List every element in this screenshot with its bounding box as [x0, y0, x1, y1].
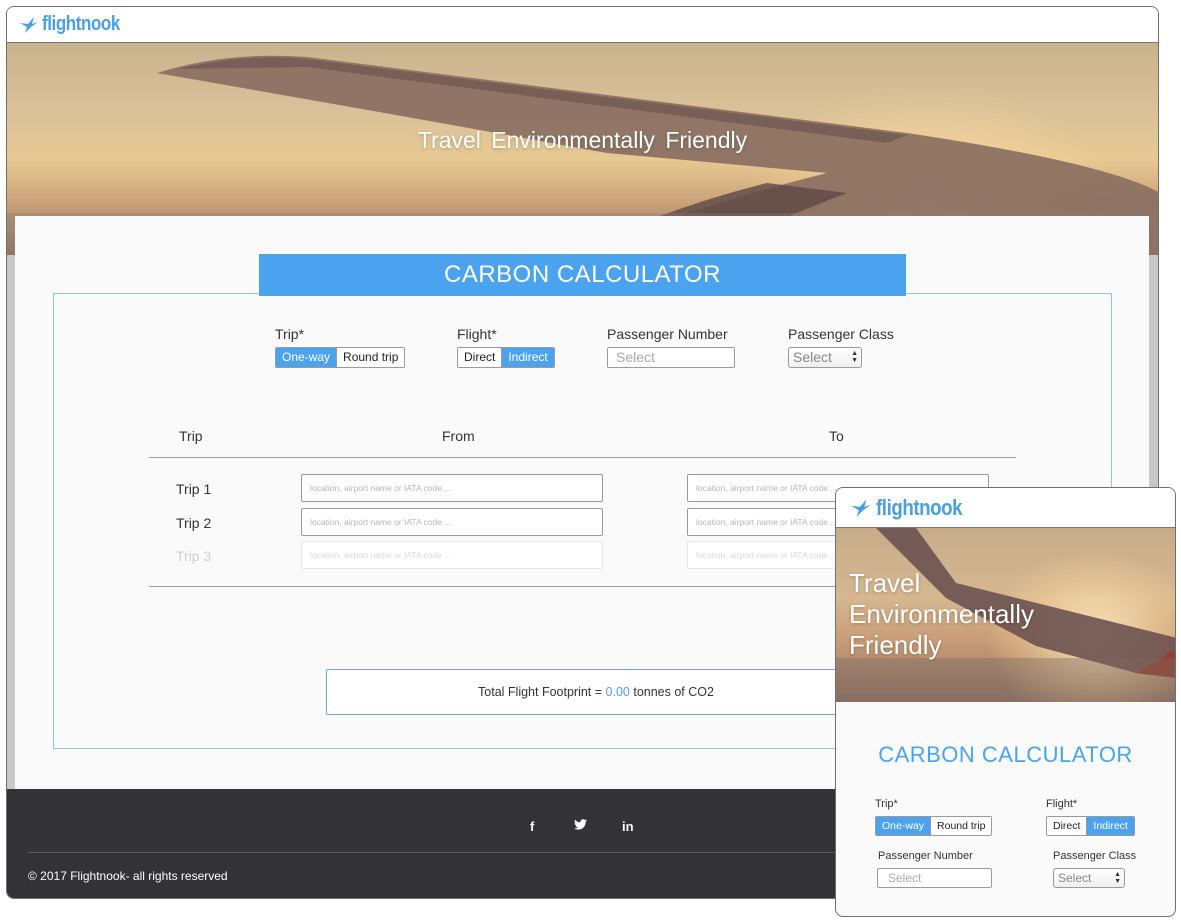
- logo[interactable]: flightnook: [19, 13, 134, 36]
- select-arrows-icon: ▲ ▼: [1114, 871, 1121, 885]
- mobile-passenger-number-label: Passenger Number: [878, 850, 973, 862]
- mobile-navbar: flightnook: [836, 488, 1175, 528]
- trip-1-from-input[interactable]: location, airport name or IATA code ...: [301, 474, 603, 502]
- flight-label: Flight*: [457, 326, 497, 342]
- mobile-flight-indirect-option[interactable]: Indirect: [1086, 817, 1134, 835]
- mobile-passenger-class-label: Passenger Class: [1053, 850, 1137, 862]
- mobile-hero-title: Travel Environmentally Friendly: [849, 568, 1034, 660]
- trip-one-way-option[interactable]: One-way: [276, 348, 337, 367]
- flight-direct-option[interactable]: Direct: [458, 348, 502, 367]
- trip-label: Trip*: [275, 326, 305, 342]
- select-arrows-icon: ▲ ▼: [851, 350, 858, 364]
- trip-3-from-input[interactable]: location, airport name or IATA code ...: [301, 541, 603, 569]
- passenger-number-label: Passenger Number: [607, 326, 728, 342]
- mobile-hero-banner: Travel Environmentally Friendly: [836, 528, 1175, 702]
- column-header-to: To: [829, 428, 844, 444]
- trip-round-trip-option[interactable]: Round trip: [336, 348, 405, 367]
- bird-icon: [20, 16, 38, 33]
- trip-3-label: Trip 3: [176, 548, 212, 564]
- mobile-trip-label: Trip*: [875, 798, 898, 810]
- logo-text: flightnook: [42, 13, 120, 35]
- mobile-trip-one-way-option[interactable]: One-way: [876, 817, 931, 835]
- column-header-trip: Trip: [179, 428, 203, 444]
- copyright-text: © 2017 Flightnook- all rights reserved: [28, 869, 228, 883]
- linkedin-icon[interactable]: in: [622, 819, 634, 834]
- passenger-class-select[interactable]: Select ▲ ▼: [788, 347, 862, 368]
- trip-2-label: Trip 2: [176, 515, 212, 531]
- total-value: 0.00: [605, 685, 630, 699]
- mobile-logo-text: flightnook: [876, 495, 963, 520]
- mobile-trip-round-trip-option[interactable]: Round trip: [930, 817, 992, 835]
- trip-field: Trip* One-way Round trip: [275, 326, 406, 368]
- mobile-flight-label: Flight*: [1046, 798, 1078, 810]
- passenger-class-label: Passenger Class: [788, 326, 894, 342]
- total-prefix: Total Flight Footprint =: [478, 685, 606, 699]
- facebook-icon[interactable]: f: [530, 819, 534, 834]
- hero-title: Travel Environmentally Friendly: [417, 127, 748, 153]
- passenger-number-input[interactable]: Select: [607, 347, 735, 368]
- trip-1-label: Trip 1: [176, 481, 212, 497]
- mobile-view: flightnook Travel Environmentally Friend…: [835, 487, 1176, 917]
- total-suffix: tonnes of CO2: [629, 685, 714, 699]
- mobile-passenger-class-select[interactable]: Select ▲ ▼: [1053, 868, 1125, 888]
- calculator-title: CARBON CALCULATOR: [259, 254, 906, 296]
- column-header-from: From: [442, 428, 475, 444]
- passenger-class-value: Select: [793, 349, 832, 365]
- twitter-icon[interactable]: [574, 819, 587, 833]
- navbar: flightnook: [7, 7, 1158, 43]
- mobile-logo[interactable]: flightnook: [850, 495, 977, 521]
- mobile-passenger-number-input[interactable]: Select: [877, 868, 992, 888]
- mobile-trip-toggle: One-way Round trip: [875, 816, 993, 836]
- bird-icon: [851, 499, 871, 517]
- mobile-flight-direct-option[interactable]: Direct: [1047, 817, 1087, 835]
- total-footprint: Total Flight Footprint = 0.00 tonnes of …: [326, 669, 866, 715]
- mobile-calculator-title: CARBON CALCULATOR: [878, 742, 1133, 767]
- table-header-divider: [149, 457, 1016, 458]
- mobile-passenger-class-value: Select: [1058, 871, 1092, 885]
- trip-toggle: One-way Round trip: [275, 347, 406, 368]
- trip-2-from-input[interactable]: location, airport name or IATA code ...: [301, 508, 603, 536]
- passenger-number-field: Passenger Number Select: [607, 326, 735, 368]
- flight-indirect-option[interactable]: Indirect: [501, 348, 554, 367]
- flight-toggle: Direct Indirect: [457, 347, 555, 368]
- passenger-class-field: Passenger Class Select ▲ ▼: [788, 326, 894, 368]
- mobile-flight-toggle: Direct Indirect: [1046, 816, 1135, 836]
- flight-field: Flight* Direct Indirect: [457, 326, 555, 368]
